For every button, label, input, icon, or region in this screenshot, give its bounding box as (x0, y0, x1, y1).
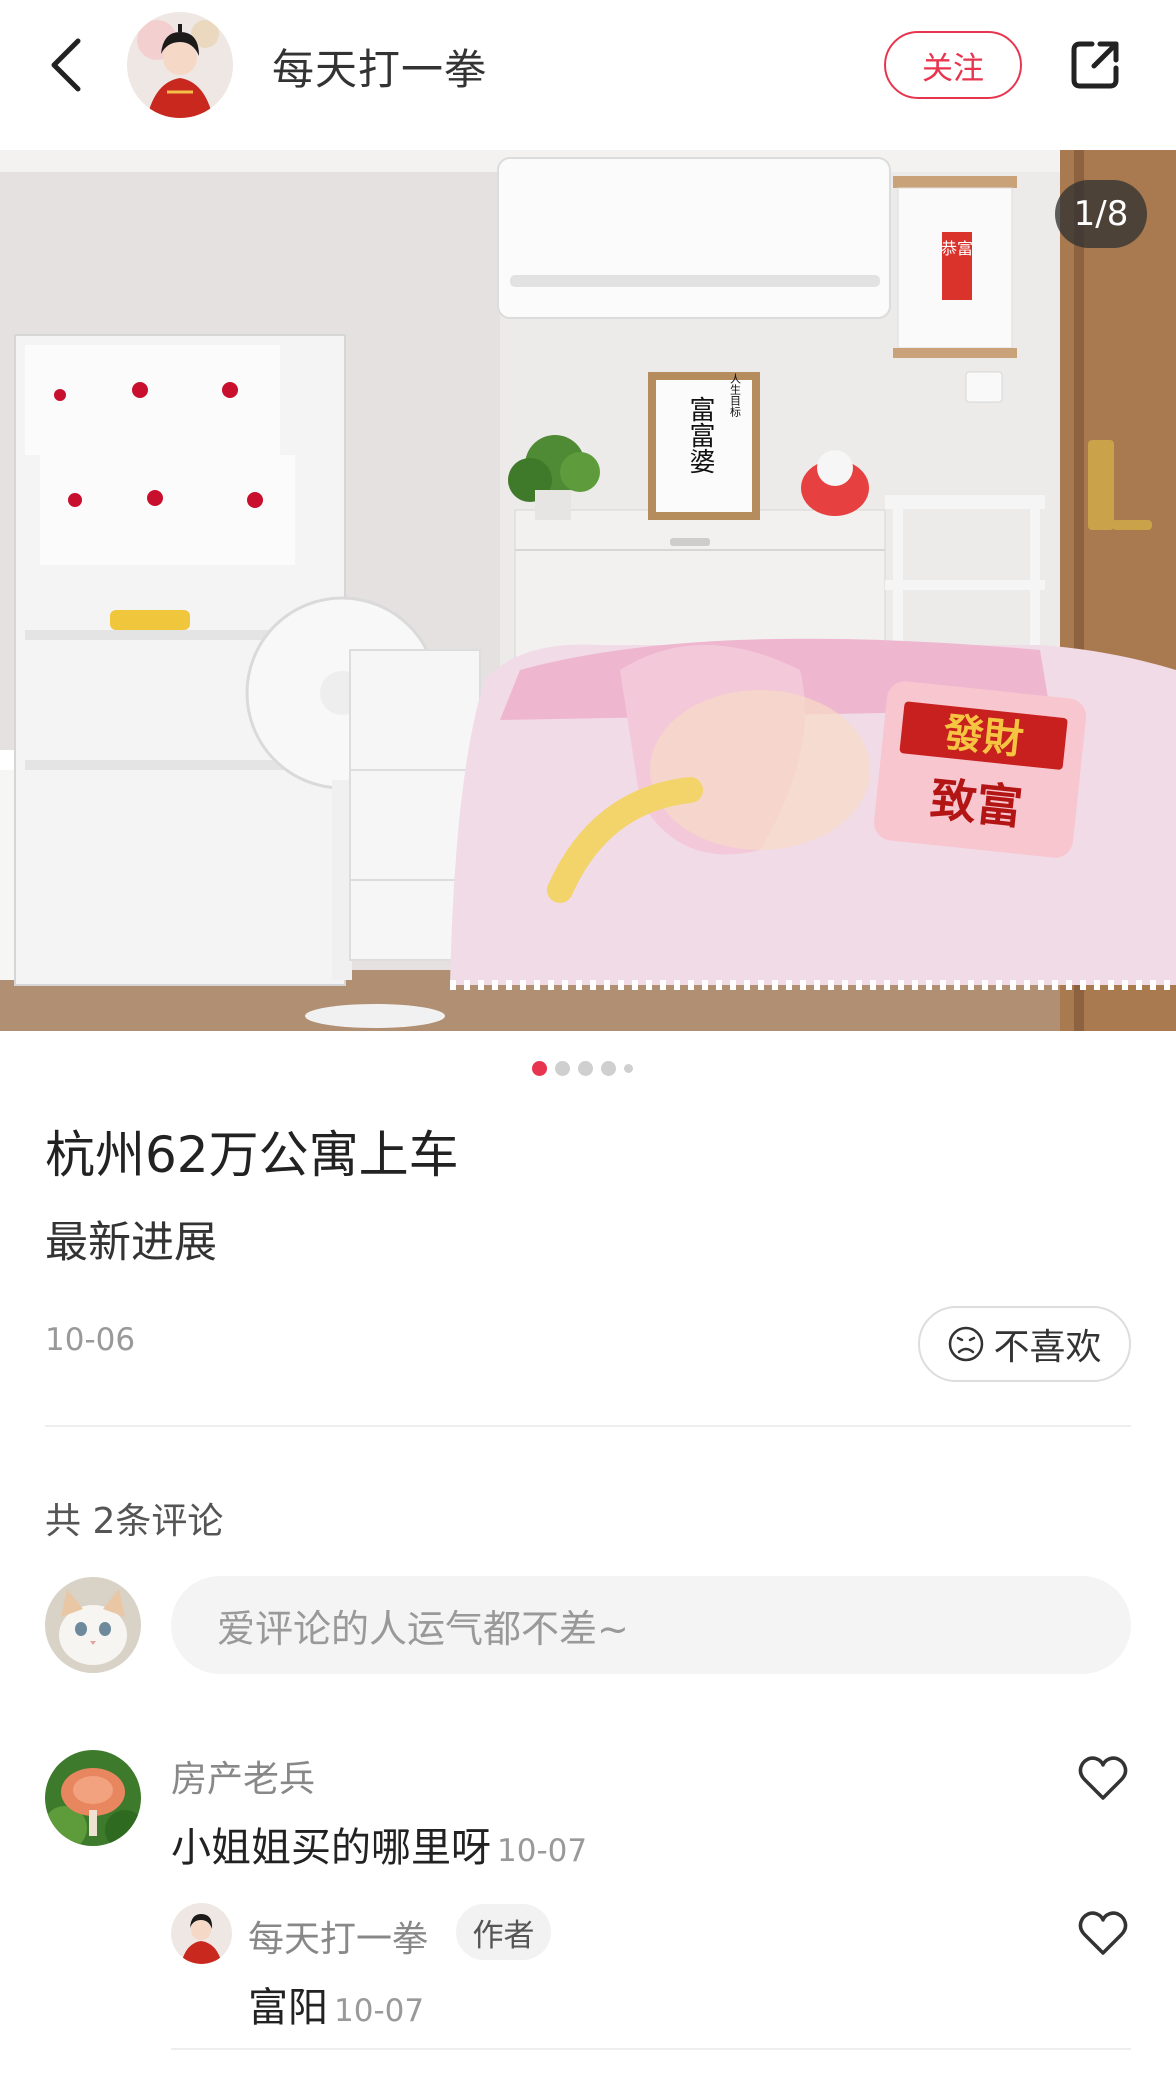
commenter-name[interactable]: 房产老兵 (171, 1750, 315, 1802)
commenter-avatar[interactable] (45, 1750, 141, 1846)
post-date: 10-06 (45, 1322, 136, 1358)
dislike-button[interactable]: 不喜欢 (918, 1306, 1131, 1382)
author-avatar[interactable] (127, 12, 233, 118)
heart-icon (1078, 1911, 1128, 1955)
comment-text: 小姐姐买的哪里呀 10-07 (171, 1815, 587, 1873)
scroll-text: 恭富 (941, 239, 973, 258)
carousel-dots (532, 1060, 633, 1076)
post-body: 最新进展 (45, 1218, 217, 1268)
poster-main-text: 富富婆 (685, 396, 715, 474)
reply-author-avatar[interactable] (171, 1903, 232, 1964)
chevron-left-icon (51, 38, 81, 92)
post-title: 杭州62万公寓上车 (45, 1126, 459, 1184)
like-button[interactable] (1075, 1750, 1131, 1806)
carousel-dot (624, 1063, 633, 1073)
back-button[interactable] (36, 30, 96, 100)
poster-side-text: 人生目标 (729, 373, 742, 418)
divider (171, 2048, 1131, 2050)
frown-face-icon (949, 1326, 984, 1362)
comment-input[interactable]: 爱评论的人运气都不差~ (171, 1576, 1131, 1674)
image-counter: 1/8 (1055, 180, 1147, 248)
reply-date: 10-07 (334, 1993, 425, 2029)
pillow-line1: 發財 (940, 709, 1025, 764)
author-name[interactable]: 每天打一拳 (272, 36, 487, 97)
reply-like-button[interactable] (1075, 1905, 1131, 1961)
pillow-line2: 致富 (928, 772, 1025, 835)
dislike-label: 不喜欢 (993, 1327, 1102, 1368)
carousel-dot (555, 1060, 570, 1076)
current-user-avatar (45, 1577, 141, 1673)
share-button[interactable] (1060, 30, 1130, 100)
share-icon (1071, 41, 1119, 89)
top-bar: 每天打一拳 关注 (0, 0, 1176, 150)
heart-icon (1078, 1756, 1128, 1800)
post-photo[interactable]: 恭富 富富婆 人生目标 發財 致富 (0, 150, 1176, 1031)
carousel-dot (601, 1060, 616, 1076)
follow-button[interactable]: 关注 (884, 31, 1022, 99)
author-badge: 作者 (456, 1904, 551, 1960)
carousel-dot-active (532, 1060, 547, 1076)
carousel-dot (578, 1060, 593, 1076)
comments-count: 共 2条评论 (45, 1501, 224, 1542)
divider (45, 1425, 1131, 1427)
reply-text: 富阳 10-07 (248, 1975, 424, 2033)
comment-date: 10-07 (497, 1833, 588, 1869)
reply-author-name[interactable]: 每天打一拳 (248, 1910, 428, 1962)
comment-body: 小姐姐买的哪里呀 (171, 1825, 491, 1871)
reply-body: 富阳 (248, 1985, 328, 2031)
